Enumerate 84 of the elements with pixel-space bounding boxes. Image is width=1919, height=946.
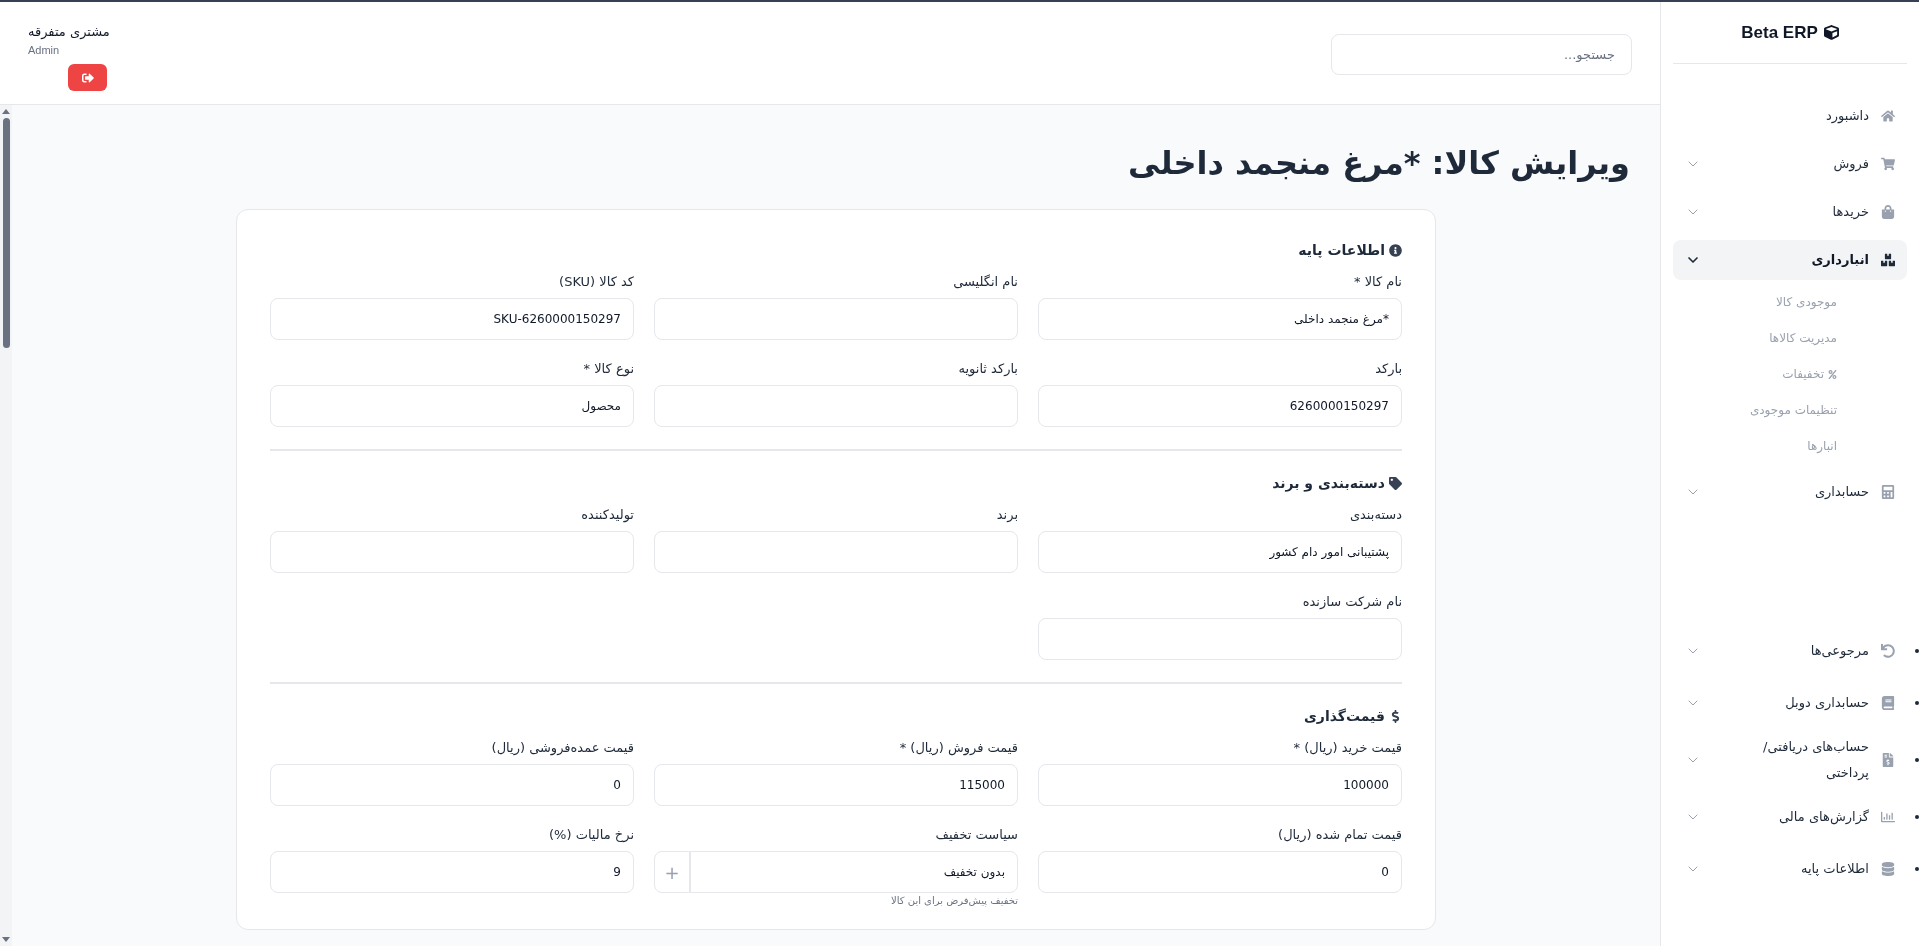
sidebar-item-label: حساب‌های دریافتی/ پرداختی [1762,738,1869,782]
field-label: برند [995,506,1018,524]
sidebar-item[interactable]: مرجوعی‌ها [1673,630,1907,672]
input-field[interactable]: 100000 [1038,764,1402,806]
field-label: دسته‌بندی [1348,506,1402,524]
input-field[interactable]: 9 [270,851,634,893]
field-label: کد کالا (SKU) [558,273,634,291]
scrollbar[interactable] [0,105,12,946]
brand-name: Beta ERP [1741,21,1818,44]
sidebar-item[interactable]: انبارداری [1673,240,1907,280]
input-field[interactable]: 0 [1038,851,1402,893]
sidebar-item-label: داشبورد [1825,107,1869,126]
input-field[interactable] [654,385,1018,427]
dollar-icon [1389,710,1402,723]
field-label: قیمت خرید (ریال) * [1292,739,1402,757]
sidebar-item[interactable]: اطلاعات پایه [1673,848,1907,890]
input-field[interactable] [654,298,1018,340]
field-label: نام انگلیسی [952,273,1018,291]
input-field[interactable]: 0 [270,764,634,806]
input-field[interactable]: *مرغ منجمد داخلی [1038,298,1402,340]
bullet-icon [1915,758,1919,762]
field-hint: تخفیف پیش‌فرض برای این کالا [890,894,1018,907]
user-role: Admin [28,42,60,58]
section-title: قیمت‌گذاری [1304,707,1385,726]
info-icon [1389,244,1402,257]
calculator-icon [1881,485,1895,499]
page-title: ویرایش کالا: *مرغ منجمد داخلی [1127,143,1630,184]
database-icon [1881,862,1895,876]
field-label: بارکد ثانویه [957,360,1018,378]
section-title: اطلاعات پایه [1298,241,1385,260]
book-icon [1881,696,1895,710]
input-field[interactable]: 115000 [654,764,1018,806]
field-label: قیمت تمام شده (ریال) [1277,826,1402,844]
sidebar-item-label: گزارش‌های مالی [1778,808,1869,827]
field-label: تولیدکننده [580,506,634,524]
input-field[interactable] [270,531,634,573]
chart-icon [1881,810,1895,824]
input-field[interactable] [654,531,1018,573]
input-field[interactable]: محصول [270,385,634,427]
sidebar-item-label: فروش [1832,155,1869,174]
section-title: دسته‌بندی و برند [1272,474,1385,494]
percent-icon [1828,369,1837,379]
bullet-icon [1915,701,1919,705]
sidebar-item-label: خریدها [1831,203,1869,222]
bullet-icon [1915,867,1919,871]
invoice-icon [1881,753,1895,767]
field-label: قیمت فروش (ریال) * [898,739,1018,757]
sidebar-item[interactable]: حسابداری دوبل [1673,682,1907,724]
undo-icon [1881,644,1895,658]
sidebar-item[interactable]: گزارش‌های مالی [1673,796,1907,838]
field-label: نرخ مالیات (%) [548,826,634,844]
home-icon [1881,109,1895,123]
field-label: نام شرکت سازنده [1301,593,1402,611]
bullet-icon [1915,815,1919,819]
logout-icon [81,71,94,84]
sidebar-item-label: اطلاعات پایه [1800,860,1869,878]
input-field[interactable]: SKU-6260000150297 [270,298,634,340]
sidebar-item-label: انبارداری [1810,251,1869,270]
field-label: نوع کالا * [582,360,634,378]
input-field[interactable]: پشتیبانی امور دام کشور [1038,531,1402,573]
input-field[interactable] [1038,618,1402,660]
sidebar-item[interactable]: حساب‌های دریافتی/ پرداختی [1673,734,1907,786]
logout-button[interactable] [68,64,107,91]
field-label: سیاست تخفیف [934,826,1018,844]
tag-icon [1389,477,1402,490]
field-label: قیمت عمده‌فروشی (ریال) [490,739,634,757]
user-name: مشتری متفرقه [28,23,110,41]
sidebar-item[interactable]: داشبورد [1673,96,1907,136]
sidebar-item-label: حسابداری دوبل [1784,694,1869,713]
sidebar-item-label: حسابداری [1813,483,1869,502]
bullet-icon [1915,649,1919,653]
sidebar-item[interactable]: حسابداری [1673,472,1907,512]
field-label: نام کالا * [1353,273,1402,291]
field-label: بارکد [1374,360,1402,378]
sidebar-item-label: مرجوعی‌ها [1809,642,1869,661]
cube-icon [1823,25,1839,40]
bag-icon [1881,205,1895,219]
cart-icon [1881,157,1895,171]
sidebar-item[interactable]: خریدها [1673,192,1907,232]
boxes-icon [1881,253,1895,267]
input-field[interactable]: بدون تخفیف [690,851,1018,893]
sidebar-item[interactable]: فروش [1673,144,1907,184]
input-field[interactable]: 6260000150297 [1038,385,1402,427]
search-field[interactable]: جستجو... [1331,34,1632,75]
